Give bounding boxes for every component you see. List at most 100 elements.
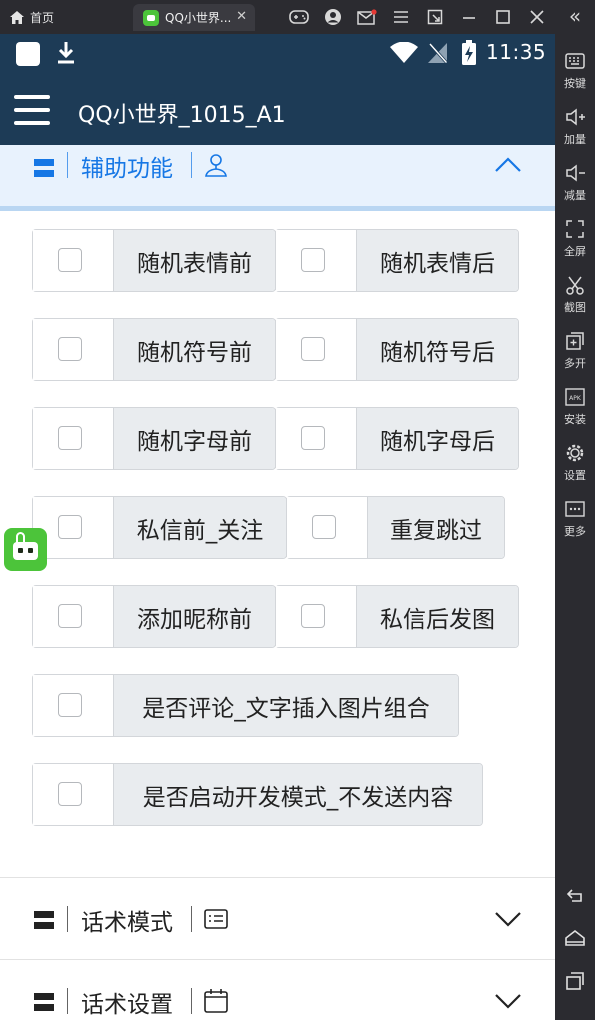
section-header-script-settings[interactable]: 话术设置 [0, 959, 555, 1020]
checkbox[interactable] [301, 604, 325, 628]
toolbar-volume-down-button[interactable]: 减量 [555, 162, 595, 212]
floating-app-robot-icon[interactable] [4, 528, 47, 571]
checkbox-cell [276, 319, 357, 380]
option-dm-send-image-after[interactable]: 私信后发图 [275, 585, 519, 648]
option-random-emoji-before[interactable]: 随机表情前 [32, 229, 276, 292]
grip-icon [34, 993, 54, 1011]
checkbox[interactable] [301, 426, 325, 450]
option-label: 随机字母前 [114, 408, 275, 469]
header-divider [67, 988, 68, 1014]
toolbar-keys-button[interactable]: 按键 [555, 50, 595, 100]
collapse-sidebar-icon[interactable]: « [562, 6, 588, 28]
option-label: 随机符号后 [357, 319, 518, 380]
signal-icon [428, 43, 448, 63]
option-label: 添加昵称前 [114, 586, 275, 647]
option-label: 是否评论_文字插入图片组合 [114, 675, 458, 736]
option-label: 随机表情后 [357, 230, 518, 291]
toolbar-fullscreen-button[interactable]: 全屏 [555, 218, 595, 268]
minimize-icon[interactable] [458, 8, 480, 26]
option-random-symbol-before[interactable]: 随机符号前 [32, 318, 276, 381]
pin-window-icon[interactable] [424, 8, 446, 26]
toolbar-screenshot-button[interactable]: 截图 [555, 274, 595, 324]
checkbox[interactable] [58, 782, 82, 806]
checkbox-cell [287, 497, 368, 558]
chevron-down-icon[interactable] [494, 910, 522, 928]
grip-icon [34, 911, 54, 929]
home-tab[interactable]: 首页 [10, 6, 54, 28]
option-label: 随机表情前 [114, 230, 275, 291]
gamepad-icon[interactable] [288, 8, 310, 26]
checkbox-cell [33, 319, 114, 380]
app-bar: QQ小世界_1015_A1 [0, 73, 555, 145]
home-nav-icon[interactable] [564, 927, 586, 949]
checkbox-cell [33, 408, 114, 469]
window-controls [288, 8, 560, 26]
close-tab-icon[interactable]: ✕ [236, 9, 247, 24]
checkbox[interactable] [301, 337, 325, 361]
option-repeat-skip[interactable]: 重复跳过 [286, 496, 505, 559]
option-random-letter-before[interactable]: 随机字母前 [32, 407, 276, 470]
header-divider [67, 152, 68, 178]
battery-charging-icon [462, 40, 476, 65]
hamburger-menu-icon[interactable] [14, 95, 50, 125]
account-icon[interactable] [322, 8, 344, 26]
mail-icon[interactable] [356, 8, 378, 26]
checkbox-cell [276, 408, 357, 469]
checkbox[interactable] [301, 248, 325, 272]
checkbox[interactable] [58, 604, 82, 628]
option-label: 是否启动开发模式_不发送内容 [114, 764, 482, 825]
option-random-symbol-after[interactable]: 随机符号后 [275, 318, 519, 381]
section-header-assist[interactable]: 辅助功能 [0, 145, 555, 211]
option-dm-follow-before[interactable]: 私信前_关注 [32, 496, 287, 559]
checkbox[interactable] [58, 248, 82, 272]
checkbox[interactable] [58, 515, 82, 539]
section-label-script-mode: 话术模式 [81, 910, 173, 936]
checkbox[interactable] [312, 515, 336, 539]
option-dev-mode-no-send[interactable]: 是否启动开发模式_不发送内容 [32, 763, 483, 826]
option-random-emoji-after[interactable]: 随机表情后 [275, 229, 519, 292]
toolbar-fullscreen-label: 全屏 [564, 245, 586, 258]
toolbar-settings-button[interactable]: 设置 [555, 442, 595, 492]
toolbar-volume-down-label: 减量 [564, 189, 586, 202]
phone-screen: 11:35 QQ小世界_1015_A1 辅助功能 随机表情前 随机表情后 随机符… [0, 34, 555, 1020]
checkbox-cell [276, 230, 357, 291]
option-comment-text-image-combo[interactable]: 是否评论_文字插入图片组合 [32, 674, 459, 737]
section-header-script-mode[interactable]: 话术模式 [0, 877, 555, 959]
header-divider [191, 152, 192, 178]
toolbar-volume-up-button[interactable]: 加量 [555, 106, 595, 156]
list-card-icon [204, 909, 228, 929]
download-icon [58, 42, 74, 64]
option-label: 随机符号前 [114, 319, 275, 380]
section-label-assist: 辅助功能 [81, 156, 173, 182]
back-icon[interactable] [564, 884, 586, 906]
maximize-icon[interactable] [492, 8, 514, 26]
checkbox[interactable] [58, 337, 82, 361]
checkbox-cell [33, 675, 114, 736]
toolbar-multi-button[interactable]: 多开 [555, 330, 595, 380]
status-time: 11:35 [486, 40, 547, 64]
toolbar-more-button[interactable]: 更多 [555, 498, 595, 548]
menu-icon[interactable] [390, 8, 412, 26]
recents-icon[interactable] [564, 970, 586, 992]
volume-up-icon [566, 108, 585, 126]
checkbox-cell [33, 230, 114, 291]
svg-text:APK: APK [569, 395, 582, 402]
option-add-nickname-before[interactable]: 添加昵称前 [32, 585, 276, 648]
app-title: QQ小世界_1015_A1 [78, 103, 286, 128]
option-random-letter-after[interactable]: 随机字母后 [275, 407, 519, 470]
app-tab[interactable]: QQ小世界... ✕ [133, 4, 255, 31]
more-icon [565, 501, 585, 517]
close-window-icon[interactable] [526, 8, 548, 26]
chevron-up-icon[interactable] [494, 156, 522, 174]
scissors-icon [566, 276, 584, 295]
emulator-tab-bar: 首页 QQ小世界... ✕ « [0, 0, 595, 34]
status-bar: 11:35 [0, 34, 555, 73]
chevron-down-icon[interactable] [494, 992, 522, 1010]
app-tab-title: QQ小世界... [165, 11, 232, 25]
toolbar-settings-label: 设置 [564, 469, 586, 482]
toolbar-install-button[interactable]: APK 安装 [555, 386, 595, 436]
checkbox[interactable] [58, 693, 82, 717]
toolbar-volume-up-label: 加量 [564, 133, 586, 146]
option-label: 私信前_关注 [114, 497, 286, 558]
checkbox[interactable] [58, 426, 82, 450]
